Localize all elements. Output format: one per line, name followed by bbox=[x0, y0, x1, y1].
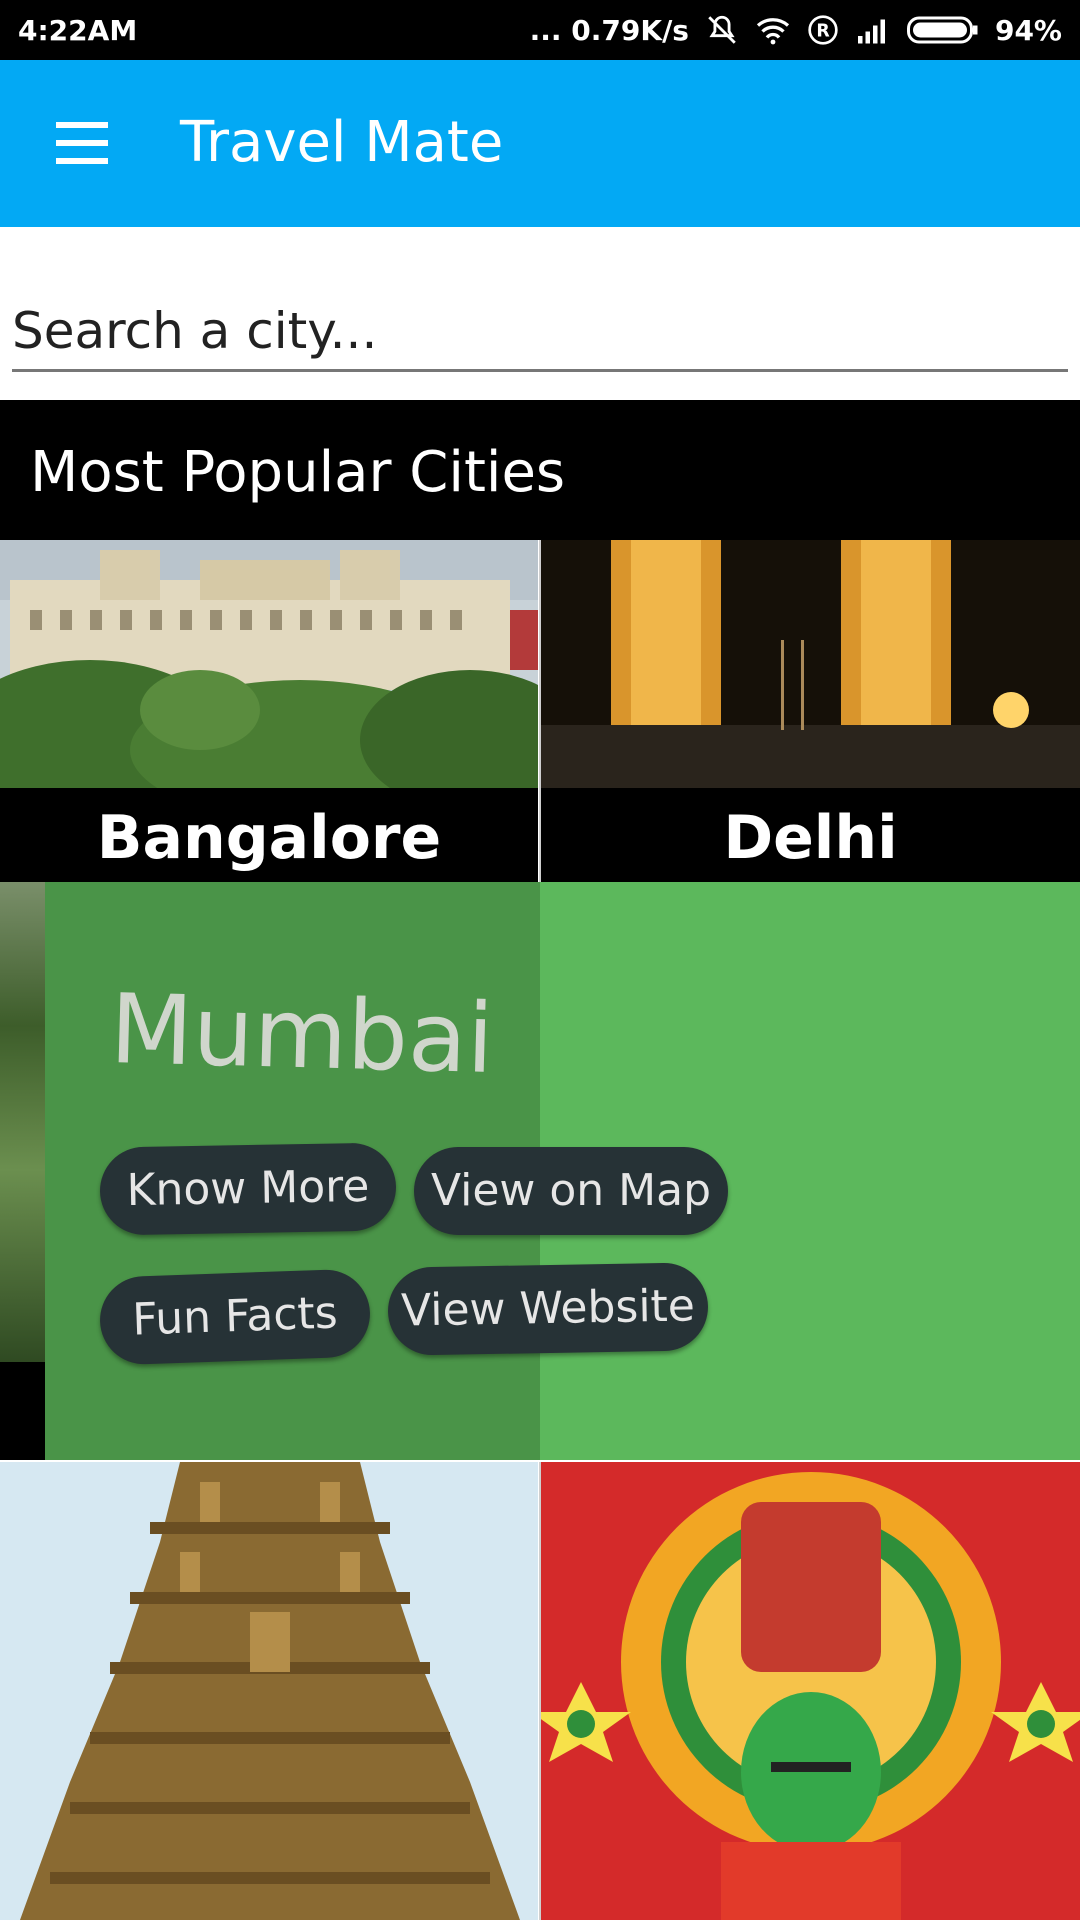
expanded-city-card: Mumbai Know More View on Map Fun Facts V… bbox=[0, 882, 1080, 1460]
network-speed: ... 0.79K/s bbox=[529, 13, 689, 47]
roaming-icon: R bbox=[807, 14, 839, 46]
city-tile-delhi[interactable]: Delhi bbox=[541, 540, 1080, 882]
city-tile-kathakali[interactable] bbox=[541, 1462, 1080, 1920]
fun-facts-button[interactable]: Fun Facts bbox=[98, 1268, 372, 1366]
view-website-button[interactable]: View Website bbox=[387, 1262, 709, 1356]
app-bar: Travel Mate bbox=[0, 60, 1080, 227]
status-bar: 4:22AM ... 0.79K/s R 94% bbox=[0, 0, 1080, 60]
temple-photo bbox=[0, 1462, 538, 1920]
signal-icon bbox=[855, 16, 891, 44]
section-header: Most Popular Cities bbox=[0, 400, 1080, 540]
bangalore-photo bbox=[0, 540, 538, 788]
know-more-button[interactable]: Know More bbox=[99, 1142, 397, 1236]
view-on-map-button[interactable]: View on Map bbox=[414, 1147, 728, 1235]
wifi-icon bbox=[755, 15, 791, 45]
search-input[interactable] bbox=[12, 300, 1068, 372]
mumbai-photo-edge bbox=[0, 882, 45, 1362]
battery-icon bbox=[906, 15, 979, 45]
kathakali-photo bbox=[541, 1462, 1080, 1920]
hamburger-menu-icon[interactable] bbox=[52, 118, 112, 168]
tile-divider bbox=[539, 540, 541, 882]
section-title: Most Popular Cities bbox=[30, 440, 566, 505]
search-container bbox=[12, 300, 1068, 372]
battery-percent: 94% bbox=[994, 13, 1062, 47]
delhi-photo bbox=[541, 540, 1080, 788]
mute-icon bbox=[705, 13, 739, 47]
tile-divider bbox=[539, 1462, 541, 1920]
status-icons: ... 0.79K/s R 94% bbox=[530, 13, 1062, 47]
expanded-city-name: Mumbai bbox=[108, 972, 496, 1096]
city-tile-bangalore[interactable]: Bangalore bbox=[0, 540, 538, 882]
city-tile-temple[interactable] bbox=[0, 1462, 538, 1920]
city-name-bangalore: Bangalore bbox=[0, 788, 538, 882]
app-title: Travel Mate bbox=[180, 110, 504, 175]
status-time: 4:22AM bbox=[18, 13, 138, 47]
city-name-delhi: Delhi bbox=[541, 788, 1080, 882]
svg-text:R: R bbox=[816, 22, 829, 42]
photo-label-edge bbox=[0, 1362, 45, 1460]
